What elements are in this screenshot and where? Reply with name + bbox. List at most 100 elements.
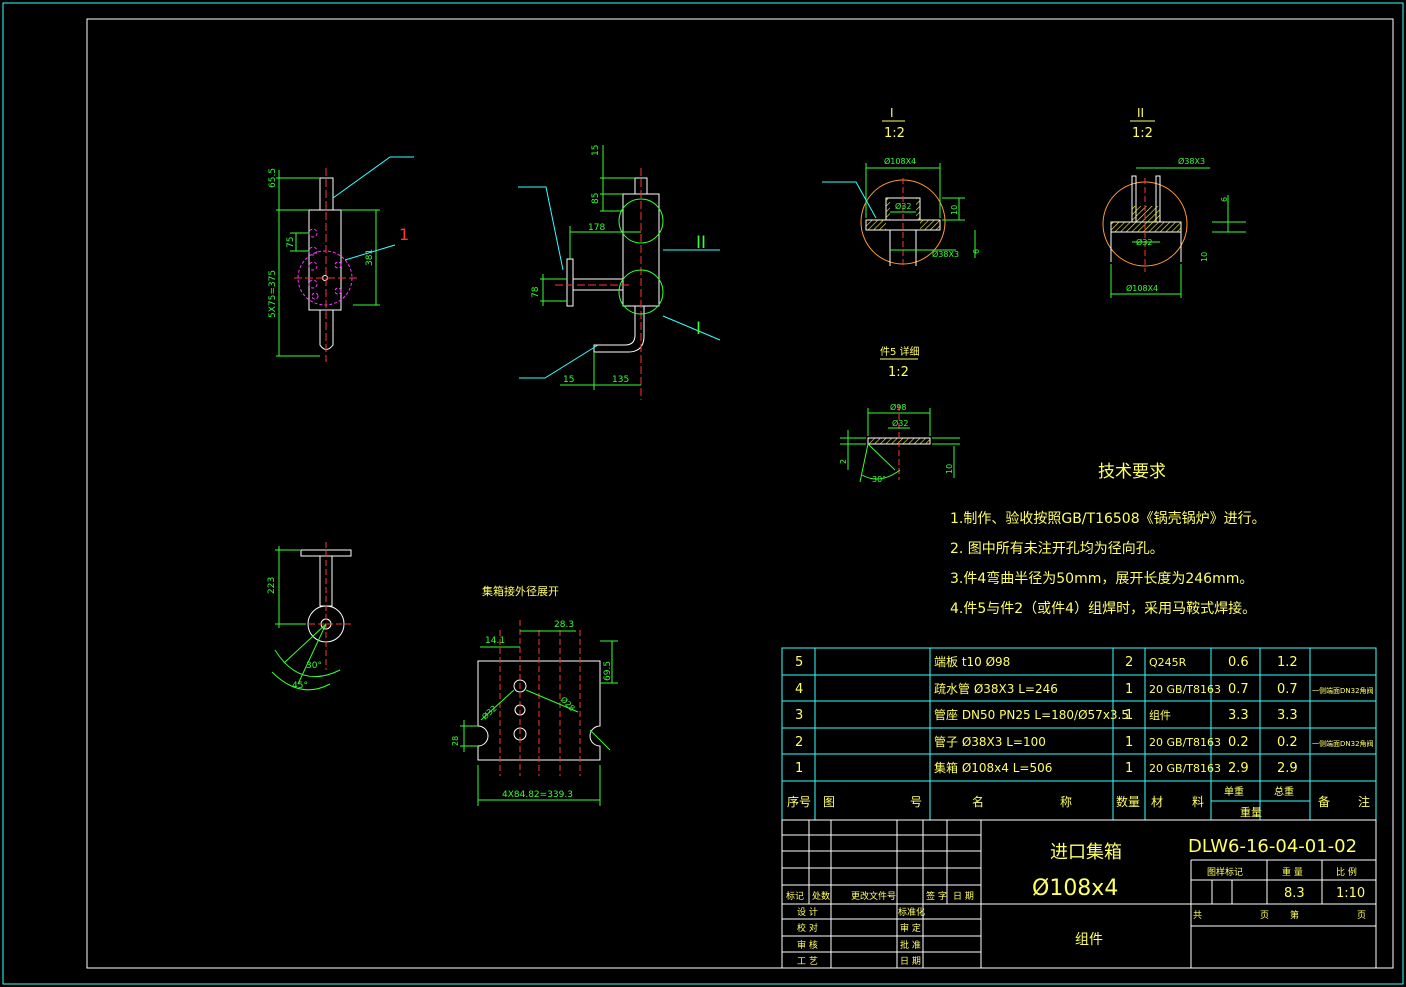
detail-II-dim-6: 6 xyxy=(1220,197,1229,202)
detail-II-view: II 1:2 Ø38X3 Ø32 6 10 Ø108X4 xyxy=(1102,106,1246,298)
part5-detail-view: 件5 详细 1:2 Ø98 Ø32 2 10 30° xyxy=(839,345,960,484)
detail-II-dim-108x4: Ø108X4 xyxy=(1126,283,1158,293)
detail-II-dim-38x3: Ø38X3 xyxy=(1178,156,1205,166)
unroll-dim-28-3: 28.3 xyxy=(554,620,574,630)
bom-row-3-qty: 1 xyxy=(1125,708,1133,723)
bom-row-5-name: 端板 t10 Ø98 xyxy=(934,655,1010,669)
bom-row-4-unit: 0.7 xyxy=(1228,682,1249,697)
unroll-dim-28v: 28 xyxy=(451,736,460,746)
bom-row-3-no: 3 xyxy=(795,708,803,723)
tech-title: 技术要求 xyxy=(1098,462,1166,482)
detail-II-dim-10: 10 xyxy=(1200,252,1209,262)
bom-table: 5 端板 t10 Ø98 2 Q245R 0.6 1.2 4 疏水管 Ø38X3 L=246 1… xyxy=(781,647,1377,821)
bom-row-2-note: 一侧端面DN32角阀 xyxy=(1312,739,1374,748)
front-view: 65.5 5X75=375 75 381 1 xyxy=(268,156,414,362)
sheet-page: 页 xyxy=(1260,910,1269,921)
drawing-spec: Ø108x4 xyxy=(1032,876,1118,901)
bom-row-5-material: Q245R xyxy=(1149,656,1187,669)
bom-row-4-name: 疏水管 Ø38X3 L=246 xyxy=(934,681,1058,696)
sign-r3-a: 工 艺 xyxy=(797,956,818,967)
detail-I-dim-38x3: Ø38X3 xyxy=(932,249,959,259)
dim-15-top: 15 xyxy=(591,145,601,156)
bom-row-1-no: 1 xyxy=(795,761,803,776)
dim-5x75: 5X75=375 xyxy=(268,270,278,318)
bom-h-name-a: 名 xyxy=(972,794,984,809)
drawing-name: 进口集箱 xyxy=(1050,842,1122,863)
unroll-dim-69-5: 69.5 xyxy=(603,661,613,681)
unroll-dim-4x: 4X84.82=339.3 xyxy=(502,790,573,800)
bom-row-4-material: 20 GB/T8163 xyxy=(1149,683,1221,696)
dim-178: 178 xyxy=(588,223,605,233)
unroll-title: 集箱接外径展开 xyxy=(482,584,559,598)
title-block: 进口集箱 Ø108x4 DLW6-16-04-01-02 图样标记 重 量 比 … xyxy=(781,819,1377,969)
dim-65-5: 65.5 xyxy=(268,168,278,188)
detail-II-dim-32: Ø32 xyxy=(1136,237,1152,247)
sign-r1-b: 审 定 xyxy=(900,922,921,934)
bom-row-5-total: 1.2 xyxy=(1277,655,1298,670)
detail-II-mark: II xyxy=(1137,106,1144,120)
top-dim-30: 30° xyxy=(306,661,322,671)
detail-I-mark: I xyxy=(890,106,894,120)
sign-r3-b: 日 期 xyxy=(900,956,921,967)
bom-h-code-b: 号 xyxy=(910,795,922,809)
drawing-number: DLW6-16-04-01-02 xyxy=(1188,836,1357,857)
bom-row-1-qty: 1 xyxy=(1125,761,1133,776)
leader-label-1: 1 xyxy=(399,225,409,244)
dim-381: 381 xyxy=(365,249,375,266)
bom-row-5-qty: 2 xyxy=(1125,655,1133,670)
bom-row-4-note: 一侧端面DN32角阀 xyxy=(1312,686,1374,695)
bom-row-2-material: 20 GB/T8163 xyxy=(1149,736,1221,749)
detail-I-dim-10: 10 xyxy=(950,205,959,215)
bom-h-no: 序号 xyxy=(787,794,811,809)
bom-row-3-total: 3.3 xyxy=(1277,708,1298,723)
bom-h-unit: 单重 xyxy=(1224,785,1244,798)
bom-h-total: 总重 xyxy=(1274,785,1294,798)
rev-h-mark: 标记 xyxy=(786,890,804,902)
tech-line-4: 4.件5与件2（或件4）组焊时，采用马鞍式焊接。 xyxy=(950,600,1256,617)
part5-dim-10: 10 xyxy=(945,464,954,474)
detail-II-scale: 1:2 xyxy=(1132,126,1153,141)
bom-h-mat-b: 料 xyxy=(1192,795,1204,809)
part5-scale: 1:2 xyxy=(888,365,909,380)
weight-label: 重 量 xyxy=(1282,866,1303,878)
dim-78: 78 xyxy=(531,286,541,298)
detail-I-scale: 1:2 xyxy=(884,126,905,141)
tech-requirements: 技术要求 1.制作、验收按照GB/T16508《锅壳锅炉》进行。 2. 图中所有… xyxy=(950,462,1266,617)
bom-row-2-unit: 0.2 xyxy=(1228,735,1249,750)
unroll-dim-14-1: 14.1 xyxy=(485,636,505,646)
tech-line-2: 2. 图中所有未注开孔均为径向孔。 xyxy=(950,541,1164,557)
sheet-page2: 页 xyxy=(1357,910,1366,921)
dim-85: 85 xyxy=(591,193,601,204)
leader-label-I: I xyxy=(696,319,701,339)
bom-row-2-no: 2 xyxy=(795,735,803,750)
weight-value: 8.3 xyxy=(1284,886,1305,901)
scale-label: 比 例 xyxy=(1336,866,1357,878)
sign-r1-a: 校 对 xyxy=(797,922,818,934)
sheet-total: 共 xyxy=(1193,910,1202,921)
bom-row-3-name: 管座 DN50 PN25 L=180/Ø57x3.5 xyxy=(934,707,1129,722)
detail-I-dim-6: 6 xyxy=(972,249,981,254)
side-view: 15 85 178 78 15 135 II I xyxy=(518,145,721,400)
part5-dim-2: 2 xyxy=(839,459,848,464)
bom-row-3-unit: 3.3 xyxy=(1228,708,1249,723)
stage-label: 图样标记 xyxy=(1207,866,1243,878)
bom-row-5-no: 5 xyxy=(795,655,803,670)
top-dim-45: 45° xyxy=(292,681,308,691)
part5-dim-30: 30° xyxy=(872,475,886,484)
bom-row-1-material: 20 GB/T8163 xyxy=(1149,762,1221,775)
bom-h-weight: 重量 xyxy=(1240,805,1262,819)
bom-h-note-a: 备 xyxy=(1318,795,1330,809)
tech-line-3: 3.件4弯曲半径为50mm，展开长度为246mm。 xyxy=(950,570,1253,587)
cad-drawing-canvas: 65.5 5X75=375 75 381 1 15 85 178 78 15 1… xyxy=(2,2,1404,985)
part5-title: 件5 详细 xyxy=(880,345,920,358)
bom-row-4-no: 4 xyxy=(795,682,803,697)
rev-h-doc: 更改文件号 xyxy=(851,890,896,902)
bom-row-5-unit: 0.6 xyxy=(1228,655,1249,670)
dim-15-bottom: 15 xyxy=(563,375,574,385)
sign-r0-b: 标准化 xyxy=(898,906,925,918)
bom-h-mat-a: 材 xyxy=(1151,795,1163,809)
bom-h-code-a: 图 xyxy=(823,795,835,809)
bom-row-2-qty: 1 xyxy=(1125,735,1133,750)
rev-h-count: 处数 xyxy=(812,890,830,902)
bom-row-2-name: 管子 Ø38X3 L=100 xyxy=(934,734,1046,749)
